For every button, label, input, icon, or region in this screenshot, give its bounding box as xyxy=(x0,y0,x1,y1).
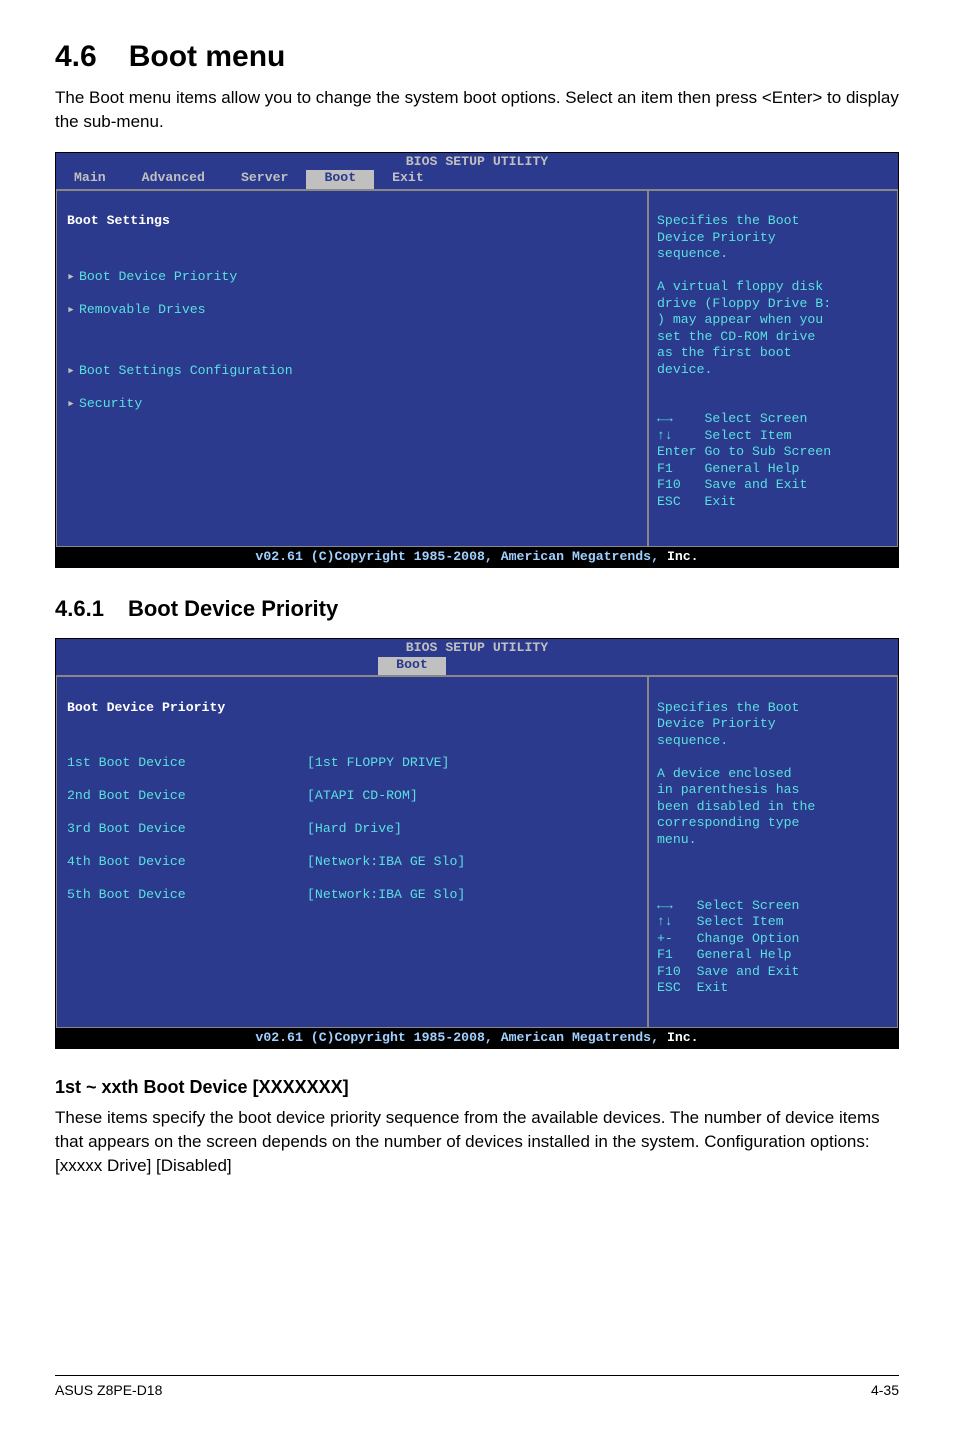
help-text: Specifies the Boot Device Priority seque… xyxy=(657,700,815,847)
tab-boot: Boot xyxy=(378,657,446,676)
setting-label: 2nd Boot Device xyxy=(67,788,307,805)
menu-item: Removable Drives xyxy=(79,302,206,317)
setting-value: [Network:IBA GE Slo] xyxy=(307,854,465,869)
menu-item: Security xyxy=(79,396,142,411)
option-heading: 1st ~ xxth Boot Device [XXXXXXX] xyxy=(55,1077,899,1098)
bios-title: BIOS SETUP UTILITY xyxy=(56,153,898,171)
subsection-number: 4.6.1 xyxy=(55,596,104,621)
key-hint: F10 Save and Exit xyxy=(657,477,807,492)
bios-screenshot-boot-settings: BIOS SETUP UTILITY Main Advanced Server … xyxy=(55,152,899,569)
bios-tab-bar: Boot xyxy=(56,657,898,676)
tab-boot: Boot xyxy=(306,170,374,189)
bios-help-pane: Specifies the Boot Device Priority seque… xyxy=(648,190,898,547)
tab-main: Main xyxy=(56,170,124,189)
setting-value: [Hard Drive] xyxy=(307,821,402,836)
submenu-marker-icon: ▸ xyxy=(67,269,79,284)
setting-label: 1st Boot Device xyxy=(67,755,307,772)
bios-left-pane: Boot Device Priority 1st Boot Device[1st… xyxy=(56,676,648,1028)
subsection-name: Boot Device Priority xyxy=(128,596,338,621)
setting-label: 5th Boot Device xyxy=(67,887,307,904)
key-hint: F1 General Help xyxy=(657,461,799,476)
key-hint: ←→ Select Screen xyxy=(657,898,799,913)
key-hint: F10 Save and Exit xyxy=(657,964,799,979)
section-number: 4.6 xyxy=(55,40,97,73)
intro-paragraph: The Boot menu items allow you to change … xyxy=(55,86,899,134)
bios-left-pane: Boot Settings ▸Boot Device Priority ▸Rem… xyxy=(56,190,648,547)
bios-tab-bar: Main Advanced Server Boot Exit xyxy=(56,170,898,189)
footer-page-number: 4-35 xyxy=(871,1382,899,1398)
bios-footer: v02.61 (C)Copyright 1985-2008, American … xyxy=(56,547,898,568)
help-text: Specifies the Boot Device Priority seque… xyxy=(657,213,831,377)
submenu-marker-icon: ▸ xyxy=(67,302,79,317)
key-hint: Enter Go to Sub Screen xyxy=(657,444,831,459)
setting-label: 3rd Boot Device xyxy=(67,821,307,838)
pane-heading: Boot Settings xyxy=(67,213,637,230)
setting-label: 4th Boot Device xyxy=(67,854,307,871)
key-hint: +- Change Option xyxy=(657,931,799,946)
subsection-title: 4.6.1 Boot Device Priority xyxy=(55,596,899,622)
footer-product: ASUS Z8PE-D18 xyxy=(55,1382,162,1398)
setting-value: [Network:IBA GE Slo] xyxy=(307,887,465,902)
key-hint: ↑↓ Select Item xyxy=(657,428,792,443)
pane-heading: Boot Device Priority xyxy=(67,700,637,717)
key-hint: ←→ Select Screen xyxy=(657,411,807,426)
key-hint: ESC Exit xyxy=(657,494,736,509)
setting-value: [1st FLOPPY DRIVE] xyxy=(307,755,449,770)
key-hint: F1 General Help xyxy=(657,947,792,962)
section-name: Boot menu xyxy=(129,40,286,73)
bios-help-pane: Specifies the Boot Device Priority seque… xyxy=(648,676,898,1028)
bios-footer: v02.61 (C)Copyright 1985-2008, American … xyxy=(56,1028,898,1049)
menu-item: Boot Device Priority xyxy=(79,269,237,284)
key-hint: ESC Exit xyxy=(657,980,728,995)
section-title: 4.6 Boot menu xyxy=(55,40,899,74)
bios-title: BIOS SETUP UTILITY xyxy=(56,639,898,657)
setting-value: [ATAPI CD-ROM] xyxy=(307,788,418,803)
tab-advanced: Advanced xyxy=(124,170,223,189)
menu-item: Boot Settings Configuration xyxy=(79,363,293,378)
submenu-marker-icon: ▸ xyxy=(67,396,79,411)
tab-exit: Exit xyxy=(374,170,442,189)
page-footer: ASUS Z8PE-D18 4-35 xyxy=(55,1375,899,1398)
tab-server: Server xyxy=(223,170,306,189)
bios-screenshot-boot-priority: BIOS SETUP UTILITY Boot Boot Device Prio… xyxy=(55,638,899,1049)
option-description: These items specify the boot device prio… xyxy=(55,1106,899,1177)
key-hint: ↑↓ Select Item xyxy=(657,914,784,929)
submenu-marker-icon: ▸ xyxy=(67,363,79,378)
